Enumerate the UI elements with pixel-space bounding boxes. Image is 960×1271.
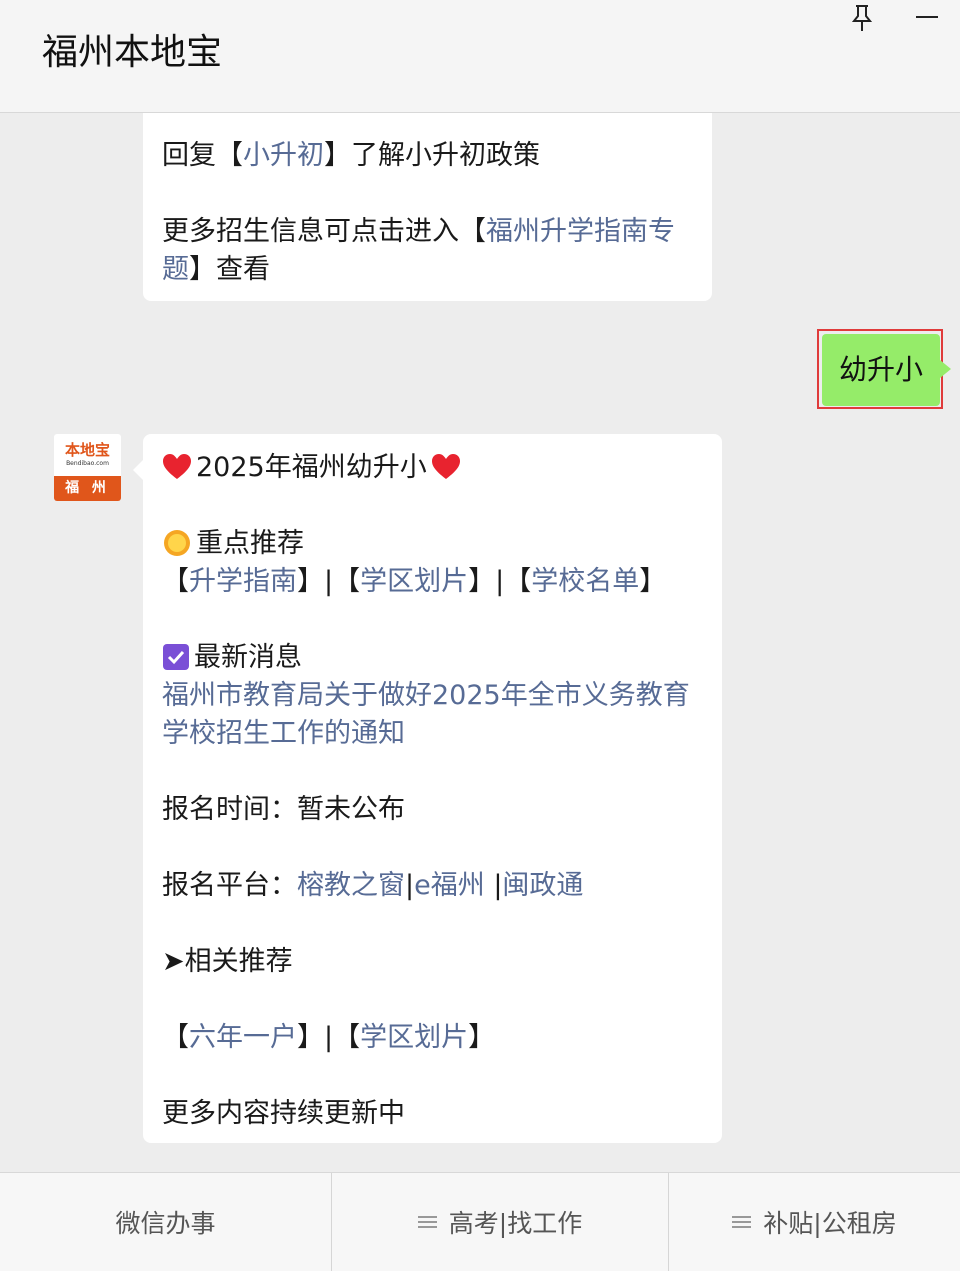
section-title-line: 最新消息 — [162, 639, 704, 677]
section-title: 重点推荐 — [196, 528, 304, 559]
message-title-line: 2025年福州幼升小 — [162, 449, 704, 487]
message-title: 2025年福州幼升小 — [196, 452, 427, 483]
efuzhou-link[interactable]: e福州 — [414, 870, 493, 901]
user-message-bubble[interactable]: 幼升小 — [822, 334, 951, 406]
rongjiao-link[interactable]: 榕教之窗 — [297, 870, 405, 901]
heart-icon — [431, 453, 460, 479]
menu-gaokao-jobs[interactable]: 高考|找工作 — [331, 1173, 668, 1271]
section-title: 最新消息 — [194, 642, 302, 673]
heart-icon — [163, 453, 191, 479]
recommend-links: 【升学指南】|【学区划片】|【学校名单】 — [162, 566, 667, 597]
message-line: 更多招生信息可点击进入【福州升学指南专 — [162, 216, 675, 247]
pin-icon[interactable] — [849, 2, 875, 32]
message-line: 题】查看 — [162, 254, 270, 285]
guide-link[interactable]: 升学指南 — [189, 566, 297, 597]
guide-topic-link-cont[interactable]: 题 — [162, 254, 189, 285]
check-box-icon — [163, 643, 189, 670]
related-links: 【六年一户】|【学区划片】 — [162, 1022, 496, 1053]
guide-topic-link[interactable]: 福州升学指南专 — [486, 216, 675, 247]
section-title-line: 重点推荐 — [162, 525, 704, 563]
minzhengtong-link[interactable]: 闽政通 — [502, 870, 583, 901]
bottom-menu: 微信办事 高考|找工作 补贴|公租房 — [0, 1172, 960, 1271]
sun-icon — [164, 529, 190, 556]
bot-message-bubble: 2025年福州幼升小 重点推荐 【升学指南】|【学区划片】|【学校名单】 最新消… — [133, 434, 722, 1143]
school-list-link[interactable]: 学校名单 — [531, 566, 639, 597]
menu-lines-icon — [732, 1215, 752, 1229]
menu-label: 微信办事 — [115, 1209, 216, 1238]
menu-subsidy-housing[interactable]: 补贴|公租房 — [668, 1173, 960, 1271]
xiaoshengchu-link[interactable]: 小升初 — [243, 140, 324, 171]
avatar-url: Bendibao.com — [66, 460, 109, 467]
minimize-icon[interactable] — [916, 16, 938, 18]
menu-label: 补贴|公租房 — [763, 1209, 897, 1238]
six-year-link[interactable]: 六年一户 — [189, 1022, 297, 1053]
footer-note: 更多内容持续更新中 — [162, 1098, 405, 1129]
district-link[interactable]: 学区划片 — [360, 566, 468, 597]
avatar-brand: 本地宝 — [64, 441, 110, 459]
news-link[interactable]: 福州市教育局关于做好2025年全市义务教育 — [162, 677, 704, 715]
title-bar: 福州本地宝 — [0, 0, 960, 113]
related-title: ➤相关推荐 — [162, 946, 293, 977]
menu-lines-icon — [417, 1215, 437, 1229]
menu-label: 高考|找工作 — [448, 1209, 583, 1238]
menu-wechat-services[interactable]: 微信办事 — [0, 1173, 331, 1271]
news-link-cont[interactable]: 学校招生工作的通知 — [162, 715, 704, 753]
chat-title: 福州本地宝 — [42, 32, 223, 73]
message-line: 回复【小升初】了解小升初政策 — [162, 140, 540, 171]
avatar[interactable]: 本地宝 Bendibao.com 福 州 — [54, 434, 121, 501]
avatar-city: 福 州 — [54, 476, 121, 501]
district-link[interactable]: 学区划片 — [360, 1022, 468, 1053]
bot-message-bubble: 回复【小升初】了解小升初政策 更多招生信息可点击进入【福州升学指南专 题】查看 — [143, 113, 712, 301]
platform-line: 报名平台：榕教之窗|e福州 |闽政通 — [162, 870, 584, 901]
reg-time: 报名时间：暂未公布 — [162, 794, 405, 825]
